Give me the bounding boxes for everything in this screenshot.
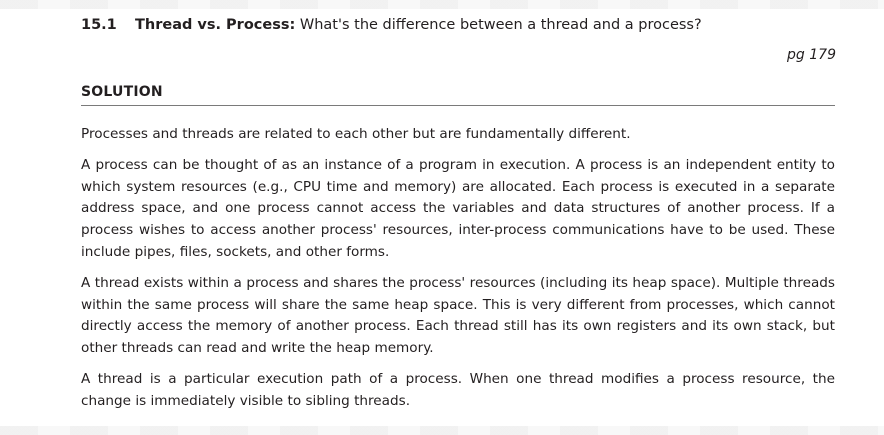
- paragraph-intro: Processes and threads are related to eac…: [81, 126, 631, 142]
- question-title: Thread vs. Process:: [135, 17, 296, 33]
- section-divider: [81, 105, 835, 106]
- top-page-bleed: [0, 0, 884, 9]
- paragraph-process: A process can be thought of as an instan…: [81, 156, 835, 260]
- solution-heading: SOLUTION: [81, 84, 163, 100]
- paragraph-execution-path: A thread is a particular execution path …: [81, 370, 835, 409]
- page-reference: pg 179: [787, 47, 836, 63]
- bottom-page-bleed: [0, 426, 884, 435]
- paragraph-thread: A thread exists within a process and sha…: [81, 274, 835, 357]
- question-number: 15.1: [81, 17, 117, 33]
- question-heading: 15.1 Thread vs. Process: What's the diffe…: [81, 15, 861, 35]
- book-page: 15.1 Thread vs. Process: What's the diffe…: [0, 0, 884, 435]
- question-text: What's the difference between a thread a…: [295, 17, 702, 33]
- solution-body: Processes and threads are related to eac…: [81, 124, 835, 422]
